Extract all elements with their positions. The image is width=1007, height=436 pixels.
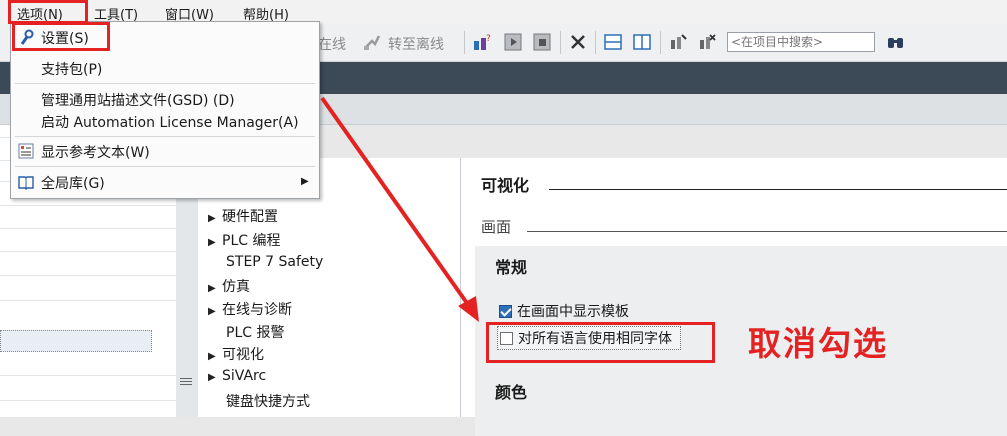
annotation-note: 取消勾选	[748, 324, 888, 363]
